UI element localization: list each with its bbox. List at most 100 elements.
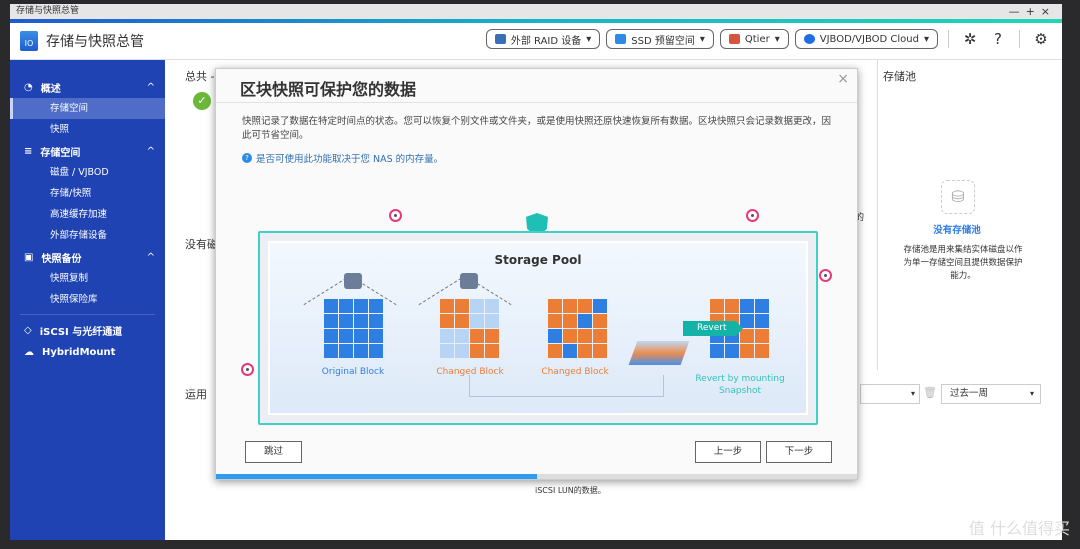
block-cell <box>593 329 607 343</box>
window-title: 存储与快照总管 <box>16 6 80 16</box>
block-cell <box>354 299 368 313</box>
sidebar-item-replica[interactable]: 快照复制 <box>10 268 165 289</box>
block-cell <box>324 344 338 358</box>
block-cell <box>339 299 353 313</box>
raid-device-dropdown[interactable]: 外部 RAID 设备 ▾ <box>485 29 601 49</box>
block-cell <box>548 314 562 328</box>
sidebar-item-storage-space[interactable]: 存储空间 <box>10 98 165 119</box>
block-cell <box>369 314 383 328</box>
block-cell <box>440 314 454 328</box>
sidebar-item-vault[interactable]: 快照保险库 <box>10 289 165 310</box>
block-cell <box>710 299 724 313</box>
flow-arrow <box>469 375 664 397</box>
prev-button[interactable]: 上一步 <box>695 441 761 463</box>
block-cell <box>563 344 577 358</box>
period-select[interactable]: 过去一周 ▾ <box>941 384 1041 404</box>
storage-pool-pane: 存储池 ⛁ 没有存储池 存储池是用来集结实体磁盘以作为单一存储空间且提供数据保护… <box>883 68 1063 281</box>
hotspot-marker[interactable] <box>819 269 832 282</box>
block-cell <box>485 299 499 313</box>
filter-select[interactable]: ▾ <box>860 384 920 404</box>
block-cell <box>470 329 484 343</box>
divider <box>948 30 949 48</box>
vjbod-dropdown[interactable]: VJBOD/VJBOD Cloud ▾ <box>794 29 938 49</box>
block-cell <box>470 314 484 328</box>
empty-desc: 存储池是用来集结实体磁盘以作为单一存储空间且提供数据保护能力。 <box>903 245 1023 281</box>
block-cell <box>455 344 469 358</box>
gear-icon[interactable]: ⚙ <box>1030 30 1052 48</box>
snapshot-layers-icon <box>628 341 690 365</box>
close-window-button[interactable]: × <box>1041 5 1056 18</box>
block-cell <box>548 344 562 358</box>
skip-button[interactable]: 跳过 <box>245 441 302 463</box>
usage-label: 运用 <box>185 388 207 401</box>
dialog-description: 快照记录了数据在特定时间点的状态。您可以恢复个别文件或文件夹，或是使用快照还原快… <box>242 116 832 141</box>
block-cell <box>725 344 739 358</box>
label: iSCSI 与光纤通道 <box>39 326 123 338</box>
sidebar-item-storage-snapshot[interactable]: 存储/快照 <box>10 183 165 204</box>
sidebar-item-iscsi[interactable]: ◇ iSCSI 与光纤通道 <box>10 319 165 341</box>
sidebar-item-cache[interactable]: 高速缓存加速 <box>10 204 165 225</box>
block-cell <box>563 329 577 343</box>
minimize-button[interactable]: — <box>1009 5 1026 18</box>
block-cell <box>369 329 383 343</box>
label: 概述 <box>40 83 61 95</box>
block-cell <box>755 344 769 358</box>
block-cell <box>324 314 338 328</box>
watermark-logo: 值 什么值得买 <box>968 519 1070 538</box>
block-cell <box>740 329 754 343</box>
ssd-reserve-dropdown[interactable]: SSD 预留空间 ▾ <box>606 29 714 49</box>
info-icon: ? <box>242 153 252 163</box>
block-cell <box>455 314 469 328</box>
trash-icon[interactable]: 🗑 <box>923 386 937 399</box>
hotspot-marker[interactable] <box>241 363 254 376</box>
divider <box>1019 30 1020 48</box>
add-pool-icon[interactable]: ⛁ <box>941 180 975 214</box>
pool-icon <box>460 273 478 289</box>
block-cell <box>563 299 577 313</box>
label-revert: Revert by mounting Snapshot <box>695 374 785 396</box>
block-cell <box>369 344 383 358</box>
label: VJBOD/VJBOD Cloud <box>819 33 919 45</box>
sidebar-group-snapshot-backup[interactable]: ▣ 快照备份 ^ <box>10 246 165 268</box>
chevron-up-icon: ^ <box>146 81 155 93</box>
block-cell <box>740 299 754 313</box>
empty-title[interactable]: 没有存储池 <box>883 222 1031 236</box>
maximize-button[interactable]: + <box>1026 5 1041 18</box>
block-cell <box>755 329 769 343</box>
sidebar-group-overview[interactable]: ◔ 概述 ^ <box>10 76 165 98</box>
block-cell <box>339 344 353 358</box>
block-cell <box>339 329 353 343</box>
sidebar-item-disks[interactable]: 磁盘 / VJBOD <box>10 162 165 183</box>
sidebar-item-snapshot[interactable]: 快照 <box>10 119 165 140</box>
camera-icon: ▣ <box>24 251 34 263</box>
block-cell <box>755 299 769 313</box>
diagram-frame: Storage Pool Revert Original Block Chang… <box>258 231 818 425</box>
block-cell <box>354 314 368 328</box>
qtier-dropdown[interactable]: Qtier ▾ <box>719 29 789 49</box>
pane-title: 存储池 <box>883 70 916 83</box>
block-cell <box>354 344 368 358</box>
vjbod-icon <box>803 34 815 44</box>
sidebar-group-storage[interactable]: ≡ 存储空间 ^ <box>10 140 165 162</box>
hotspot-marker[interactable] <box>746 209 759 222</box>
raid-device-icon <box>494 34 506 44</box>
block-cell <box>369 299 383 313</box>
sidebar-item-hybridmount[interactable]: ☁ HybridMount <box>10 341 165 363</box>
block-cell <box>593 344 607 358</box>
close-icon[interactable]: × <box>837 71 849 87</box>
help-icon[interactable]: ? <box>987 30 1009 48</box>
block-cell <box>710 344 724 358</box>
label: 存储空间 <box>40 147 81 159</box>
next-button[interactable]: 下一步 <box>766 441 832 463</box>
block-cell <box>455 329 469 343</box>
app-title: 存储与快照总管 <box>46 34 144 50</box>
block-cell <box>485 329 499 343</box>
block-cell <box>455 299 469 313</box>
block-cell <box>578 299 592 313</box>
block-cell <box>740 314 754 328</box>
memory-note: ? 是否可使用此功能取决于您 NAS 的内存量。 <box>216 143 857 165</box>
revert-arrow: Revert <box>683 321 743 336</box>
debug-icon[interactable]: ✲ <box>959 30 981 48</box>
hotspot-marker[interactable] <box>389 209 402 222</box>
sidebar-item-external[interactable]: 外部存储设备 <box>10 225 165 246</box>
